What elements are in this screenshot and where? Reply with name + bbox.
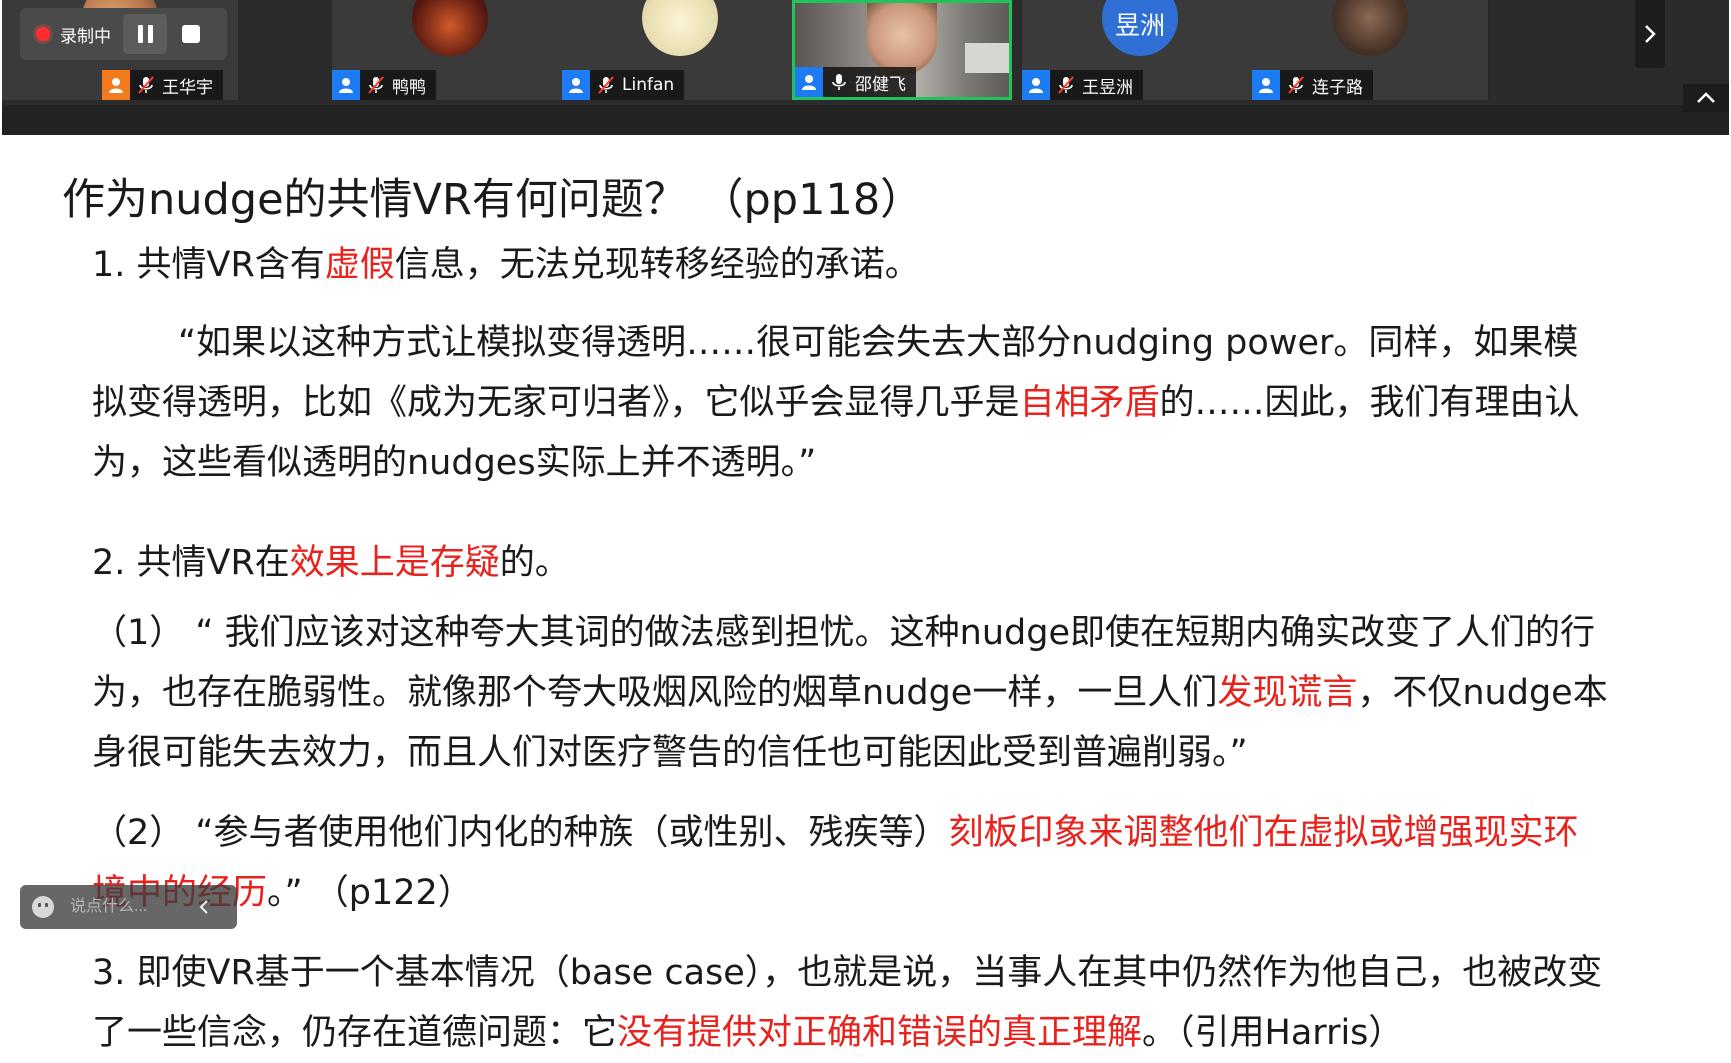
participant-avatar [412,0,488,56]
mic-muted-icon [1286,75,1306,95]
participant-namebar: 鸭鸭 [332,70,436,100]
sub-point-2-text-end: 。” （p122） [267,873,473,913]
participant-strip: 王华宇 鸭鸭 Linfan 邵健飞 昱洲 王昱洲 连子路 录制中 [2,0,1729,135]
mic-muted-icon [1056,75,1076,95]
participant-tile[interactable]: 昱洲 王昱洲 [1022,0,1259,100]
point-1: 1. 共情VR含有虚假信息，无法兑现转移经验的承诺。 [92,235,1612,295]
quote-1: “如果以这种方式让模拟变得透明……很可能会失去大部分nudging power。… [92,313,1612,493]
pause-icon [137,25,153,43]
mic-muted-icon [136,75,156,95]
participant-name: 鸭鸭 [392,77,426,98]
point-1-text: 1. 共情VR含有 [92,245,325,285]
chat-collapse-button[interactable] [192,885,216,929]
chevron-up-icon [1697,92,1715,103]
participant-avatar [1332,0,1408,56]
point-3-highlight: 没有提供对正确和错误的真正理解 [617,1013,1143,1053]
mic-muted-icon [366,75,386,95]
person-icon [562,70,590,100]
recording-panel: 录制中 [20,8,227,60]
pause-recording-button[interactable] [123,14,167,54]
participant-namebar: 王华宇 [102,70,223,100]
point-3: 3. 即使VR基于一个基本情况（base case），也就是说，当事人在其中仍然… [92,943,1612,1063]
participant-name: 王昱洲 [1082,77,1133,98]
participant-name: 连子路 [1312,77,1363,98]
sub-point-2: （2） “参与者使用他们内化的种族（或性别、残疾等）刻板印象来调整他们在虚拟或增… [92,803,1612,923]
host-person-icon [102,70,130,100]
participant-avatar [642,0,718,56]
point-2-highlight: 效果上是存疑 [289,543,500,583]
next-participants-button[interactable] [1635,0,1665,68]
participant-namebar: Linfan [562,70,685,100]
chat-input[interactable] [68,897,192,917]
sub-point-2-text: （2） “参与者使用他们内化的种族（或性别、残疾等） [92,813,949,853]
person-icon [332,70,360,100]
shared-slide: 作为nudge的共情VR有何问题？ （pp118） 1. 共情VR含有虚假信息，… [0,135,1731,1054]
chevron-right-icon [1645,25,1656,43]
participant-name: 王华宇 [162,77,213,98]
person-icon [795,67,823,97]
point-2: 2. 共情VR在效果上是存疑的。 [92,533,1612,593]
point-2-text: 2. 共情VR在 [92,543,290,583]
participant-tile[interactable]: 鸭鸭 [332,0,569,100]
point-2-text-end: 的。 [499,543,570,583]
collapse-strip-button[interactable] [1683,84,1729,112]
participant-namebar: 王昱洲 [1022,70,1143,100]
chevron-left-icon [199,900,208,914]
participant-avatar-text: 昱洲 [1102,0,1178,56]
sub-point-1: （1） “ 我们应该对这种夸大其词的做法感到担忧。这种nudge即使在短期内确实… [92,603,1612,783]
stop-icon [182,25,200,43]
recording-status: 录制中 [60,26,111,47]
participant-tile-active[interactable]: 邵健飞 [792,0,1012,100]
stop-recording-button[interactable] [169,14,213,54]
person-icon [1252,70,1280,100]
chat-bar [20,885,237,929]
participant-name: Linfan [622,75,675,95]
point-1-highlight: 虚假 [324,245,395,285]
strip-divider [2,105,1729,135]
recording-indicator-icon [36,27,50,41]
participant-namebar: 邵健飞 [795,67,916,97]
participant-tile[interactable]: 连子路 [1252,0,1489,100]
participant-tile[interactable]: Linfan [562,0,799,100]
mic-muted-icon [596,75,616,95]
slide-title: 作为nudge的共情VR有何问题？ （pp118） [62,175,924,225]
point-1-text-end: 信息，无法兑现转移经验的承诺。 [394,245,920,285]
point-3-text-end: 。（引用Harris） [1142,1013,1404,1053]
participant-namebar: 连子路 [1252,70,1373,100]
mic-on-icon [829,72,849,92]
sub-point-1-highlight: 发现谎言 [1217,673,1358,713]
quote-1-highlight: 自相矛盾 [1019,383,1160,423]
smile-icon[interactable] [32,896,54,918]
person-icon [1022,70,1050,100]
participant-name: 邵健飞 [855,74,906,95]
